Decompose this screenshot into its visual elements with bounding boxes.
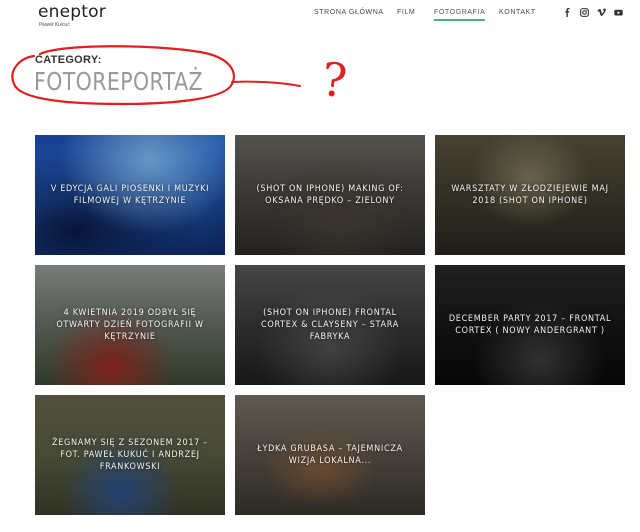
nav-item-home[interactable]: STRONA GŁÓWNA bbox=[314, 9, 384, 16]
post-title: ŁYDKA GRUBASA – TAJEMNICZA WIZJA LOKALNA… bbox=[257, 444, 403, 466]
site-header: eneptor Paweł Kukuć STRONA GŁÓWNA FILM F… bbox=[0, 0, 640, 30]
post-tile[interactable]: (SHOT ON IPHONE) MAKING OF: OKSANA PRĘDK… bbox=[235, 135, 425, 255]
nav-item-fotografia-label: FOTOGRAFIA bbox=[434, 9, 486, 16]
nav-item-kontakt[interactable]: KONTAKT bbox=[499, 9, 536, 16]
category-label: CATEGORY: bbox=[35, 54, 102, 66]
post-title: ŻEGNAMY SIĘ Z SEZONEM 2017 – FOT. PAWEŁ … bbox=[51, 438, 209, 472]
post-tile[interactable]: ŁYDKA GRUBASA – TAJEMNICZA WIZJA LOKALNA… bbox=[235, 395, 425, 515]
youtube-icon[interactable] bbox=[613, 7, 623, 18]
post-tile[interactable]: DECEMBER PARTY 2017 – FRONTAL CORTEX ( N… bbox=[435, 265, 625, 385]
post-tile[interactable]: V EDYCJA GALI PIOSENKI I MUZYKI FILMOWEJ… bbox=[35, 135, 225, 255]
vimeo-icon[interactable] bbox=[596, 7, 606, 18]
post-title: DECEMBER PARTY 2017 – FRONTAL CORTEX ( N… bbox=[448, 314, 612, 336]
main-nav: STRONA GŁÓWNA FILM FOTOGRAFIA KONTAKT bbox=[0, 9, 640, 23]
category-title: FOTOREPORTAŻ bbox=[34, 67, 203, 96]
question-mark: ? bbox=[319, 51, 350, 109]
facebook-icon[interactable] bbox=[562, 7, 572, 18]
nav-item-film[interactable]: FILM bbox=[397, 9, 415, 16]
post-title: V EDYCJA GALI PIOSENKI I MUZYKI FILMOWEJ… bbox=[50, 184, 210, 206]
post-title: WARSZTATY W ZŁODZIEJEWIE MAJ 2018 (SHOT … bbox=[451, 184, 609, 206]
post-title: (SHOT ON IPHONE) FRONTAL CORTEX & CLAYSE… bbox=[261, 308, 399, 342]
instagram-icon[interactable] bbox=[579, 7, 589, 18]
post-title: (SHOT ON IPHONE) MAKING OF: OKSANA PRĘDK… bbox=[256, 184, 404, 206]
post-tile[interactable]: WARSZTATY W ZŁODZIEJEWIE MAJ 2018 (SHOT … bbox=[435, 135, 625, 255]
post-title: 4 KWIETNIA 2019 ODBYŁ SIĘ OTWARTY DZIEŃ … bbox=[56, 308, 204, 342]
post-tile[interactable]: (SHOT ON IPHONE) FRONTAL CORTEX & CLAYSE… bbox=[235, 265, 425, 385]
nav-item-fotografia[interactable]: FOTOGRAFIA bbox=[434, 9, 486, 21]
post-tile[interactable]: 4 KWIETNIA 2019 ODBYŁ SIĘ OTWARTY DZIEŃ … bbox=[35, 265, 225, 385]
post-tile[interactable]: ŻEGNAMY SIĘ Z SEZONEM 2017 – FOT. PAWEŁ … bbox=[35, 395, 225, 515]
active-nav-underline bbox=[434, 19, 486, 21]
